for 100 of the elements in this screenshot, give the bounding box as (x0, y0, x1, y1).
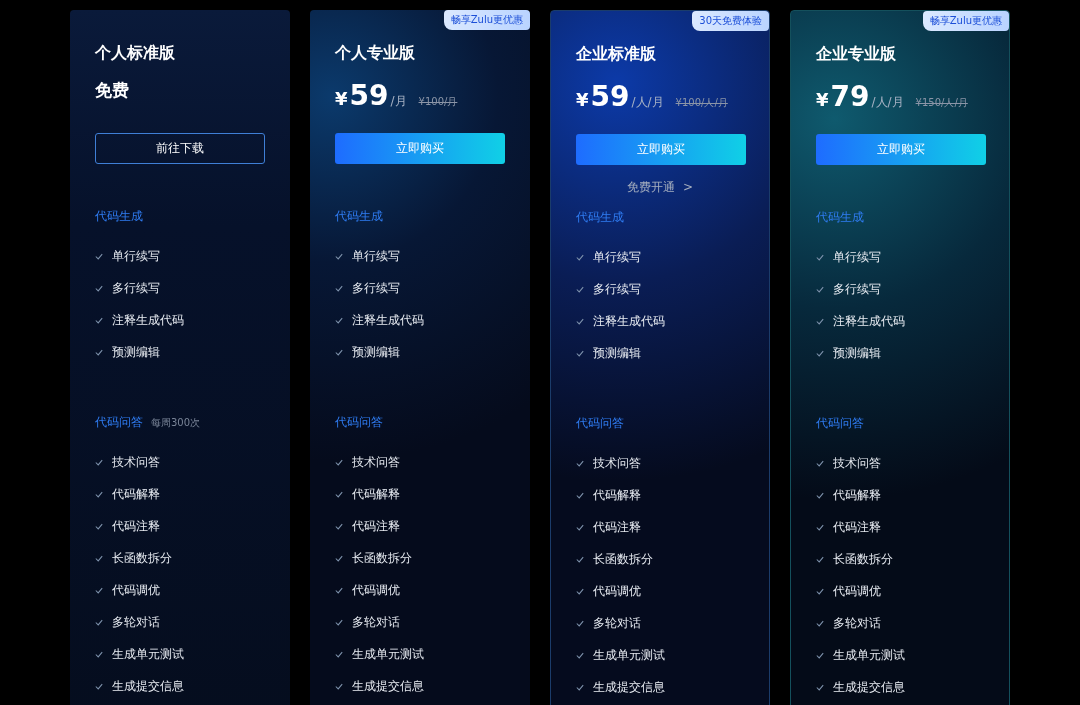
currency-symbol: ¥ (335, 88, 348, 109)
section-title: 代码问答 (816, 415, 864, 432)
free-trial-link[interactable]: 免费开通 > (626, 178, 694, 196)
plan-button[interactable]: 立即购买 (576, 134, 746, 165)
check-icon (816, 555, 824, 563)
feature-item: 多行续写 (593, 280, 641, 298)
plan-button[interactable]: 前往下载 (95, 133, 265, 164)
feature-item: 代码调优 (593, 582, 641, 600)
section-title: 代码问答 (576, 415, 624, 432)
usage-note: 每周300次 (151, 416, 201, 430)
check-icon (335, 650, 343, 658)
section-title: 代码生成 (816, 209, 864, 226)
section-title: 代码生成 (335, 208, 383, 225)
feature-item: 多轮对话 (352, 613, 400, 631)
feature-item: 代码注释 (112, 517, 160, 535)
feature-item: 长函数拆分 (112, 549, 172, 567)
check-icon (335, 348, 343, 356)
feature-item: 单行续写 (112, 247, 160, 265)
price-unit: /人/月 (871, 94, 904, 111)
feature-item: 注释生成代码 (352, 311, 424, 329)
check-icon (816, 587, 824, 595)
check-icon (816, 651, 824, 659)
plan-name: 个人专业版 (335, 43, 416, 64)
feature-item: 长函数拆分 (833, 550, 893, 568)
check-icon (816, 683, 824, 691)
check-icon (816, 253, 824, 261)
section-title: 代码问答 (95, 414, 143, 431)
feature-item: 多行续写 (833, 280, 881, 298)
check-icon (576, 349, 584, 357)
feature-item: 多轮对话 (593, 614, 641, 632)
feature-item: 技术问答 (352, 453, 400, 471)
check-icon (335, 252, 343, 260)
check-icon (335, 554, 343, 562)
check-icon (576, 317, 584, 325)
check-icon (95, 316, 103, 324)
feature-item: 生成提交信息 (833, 678, 905, 696)
plan-name: 企业标准版 (576, 44, 657, 65)
check-icon (335, 682, 343, 690)
original-price: ¥150/人/月 (915, 96, 968, 110)
check-icon (576, 619, 584, 627)
feature-item: 生成单元测试 (352, 645, 424, 663)
feature-item: 单行续写 (352, 247, 400, 265)
feature-item: 预测编辑 (352, 343, 400, 361)
feature-item: 代码解释 (352, 485, 400, 503)
check-icon (816, 317, 824, 325)
feature-item: 生成提交信息 (112, 677, 184, 695)
check-icon (576, 523, 584, 531)
price-amount: 59 (590, 80, 630, 113)
feature-item: 注释生成代码 (833, 312, 905, 330)
check-icon (335, 490, 343, 498)
feature-item: 代码调优 (112, 581, 160, 599)
check-icon (335, 458, 343, 466)
feature-item: 预测编辑 (833, 344, 881, 362)
check-icon (95, 490, 103, 498)
feature-item: 预测编辑 (112, 343, 160, 361)
feature-item: 代码调优 (833, 582, 881, 600)
feature-item: 生成单元测试 (593, 646, 665, 664)
check-icon (95, 586, 103, 594)
promo-badge: 畅享Zulu更优惠 (443, 10, 530, 30)
plan-name: 企业专业版 (816, 44, 897, 65)
check-icon (95, 554, 103, 562)
check-icon (95, 348, 103, 356)
check-icon (335, 284, 343, 292)
check-icon (576, 683, 584, 691)
section-title: 代码问答 (335, 414, 383, 431)
feature-item: 预测编辑 (593, 344, 641, 362)
original-price: ¥100/月 (418, 95, 458, 109)
plan-button[interactable]: 立即购买 (816, 134, 986, 165)
check-icon (95, 618, 103, 626)
check-icon (335, 618, 343, 626)
section-title: 代码生成 (576, 209, 624, 226)
plan-button[interactable]: 立即购买 (335, 133, 505, 164)
feature-item: 技术问答 (833, 454, 881, 472)
feature-item: 代码解释 (833, 486, 881, 504)
feature-item: 多轮对话 (112, 613, 160, 631)
plan-name: 个人标准版 (95, 43, 176, 64)
price-amount: 79 (830, 80, 870, 113)
check-icon (816, 459, 824, 467)
check-icon (576, 491, 584, 499)
check-icon (816, 491, 824, 499)
check-icon (816, 619, 824, 627)
check-icon (816, 523, 824, 531)
section-title: 代码生成 (95, 208, 143, 225)
feature-item: 生成单元测试 (833, 646, 905, 664)
currency-symbol: ¥ (576, 89, 589, 110)
price-unit: /人/月 (631, 94, 664, 111)
promo-badge: 30天免费体验 (692, 11, 769, 31)
feature-item: 代码注释 (593, 518, 641, 536)
feature-item: 生成单元测试 (112, 645, 184, 663)
feature-item: 代码解释 (112, 485, 160, 503)
check-icon (95, 650, 103, 658)
price-unit: /月 (390, 93, 407, 110)
feature-item: 多行续写 (112, 279, 160, 297)
feature-item: 长函数拆分 (593, 550, 653, 568)
check-icon (816, 285, 824, 293)
feature-item: 注释生成代码 (112, 311, 184, 329)
check-icon (576, 587, 584, 595)
feature-item: 生成提交信息 (593, 678, 665, 696)
check-icon (576, 459, 584, 467)
feature-item: 多轮对话 (833, 614, 881, 632)
